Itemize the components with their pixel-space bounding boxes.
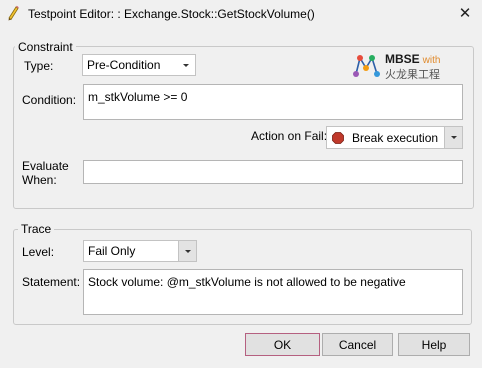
window-title: Testpoint Editor: : Exchange.Stock::GetS… xyxy=(28,7,315,21)
action-on-fail-select[interactable]: Break execution xyxy=(326,126,463,149)
close-button[interactable]: ✕ xyxy=(452,2,478,24)
level-value: Fail Only xyxy=(88,244,136,258)
cancel-button-label: Cancel xyxy=(338,337,377,352)
title-bar: Testpoint Editor: : Exchange.Stock::GetS… xyxy=(0,0,482,28)
trace-group-label: Trace xyxy=(18,222,55,236)
close-icon: ✕ xyxy=(458,5,472,22)
statement-label: Statement: xyxy=(22,275,81,289)
mbse-logo-text: MBSE with 火龙果工程 xyxy=(385,52,440,82)
evaluate-when-field[interactable] xyxy=(83,160,463,184)
action-on-fail-label: Action on Fail: xyxy=(251,129,328,143)
evaluate-when-label: Evaluate When: xyxy=(22,159,69,187)
type-select[interactable]: Pre-Condition xyxy=(82,54,196,76)
type-label: Type: xyxy=(24,59,54,73)
help-button-label: Help xyxy=(421,337,447,352)
stop-icon xyxy=(332,131,346,145)
logo-line2: 火龙果工程 xyxy=(385,69,440,81)
logo-line1-suffix: with xyxy=(422,55,441,66)
ok-button[interactable]: OK xyxy=(245,333,320,356)
chevron-down-icon[interactable] xyxy=(177,55,195,75)
help-button[interactable]: Help xyxy=(398,333,470,356)
chevron-down-icon[interactable] xyxy=(178,241,196,261)
evaluate-when-value xyxy=(84,161,462,167)
condition-field[interactable]: m_stkVolume >= 0 xyxy=(83,84,463,120)
level-label: Level: xyxy=(22,245,55,259)
cancel-button[interactable]: Cancel xyxy=(322,333,393,356)
action-on-fail-value: Break execution xyxy=(352,130,439,145)
pencil-icon xyxy=(6,5,20,21)
condition-value: m_stkVolume >= 0 xyxy=(88,90,188,104)
logo-line1: MBSE xyxy=(385,52,420,66)
statement-field[interactable]: Stock volume: @m_stkVolume is not allowe… xyxy=(83,269,463,315)
constraint-group-label: Constraint xyxy=(15,40,76,54)
mbse-logo-icon xyxy=(352,52,382,80)
level-select[interactable]: Fail Only xyxy=(83,240,197,262)
ok-button-label: OK xyxy=(273,337,292,352)
condition-label: Condition: xyxy=(22,93,77,107)
type-value: Pre-Condition xyxy=(87,58,161,72)
evaluate-label-line1: Evaluate xyxy=(22,159,69,173)
evaluate-label-line2: When: xyxy=(22,173,57,187)
chevron-down-icon[interactable] xyxy=(444,127,462,148)
statement-value: Stock volume: @m_stkVolume is not allowe… xyxy=(88,275,406,289)
